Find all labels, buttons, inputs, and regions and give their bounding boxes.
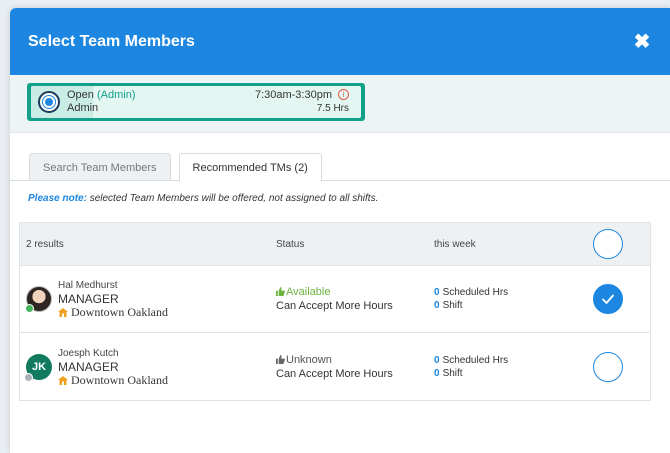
member-name: Joesph Kutch xyxy=(58,347,119,359)
availability-status: Available xyxy=(286,286,331,298)
shift-time: 7:30am-3:30pm xyxy=(254,89,332,101)
member-name: Hal Medhurst xyxy=(58,280,118,291)
team-members-table: 2 results Status this week Hal Medhurst … xyxy=(19,222,651,401)
status-subtext: Can Accept More Hours xyxy=(276,367,393,380)
offer-note: Please note: selected Team Members will … xyxy=(10,193,670,204)
week-cell: 0 Scheduled Hrs 0 Shift xyxy=(434,286,508,312)
member-location: Downtown Oakland xyxy=(71,305,168,319)
note-prefix: Please note: xyxy=(28,193,87,204)
scheduled-hours-value: 0 xyxy=(434,287,440,298)
availability-status: Unknown xyxy=(286,353,332,366)
home-icon xyxy=(58,375,68,385)
week-cell: 0 Scheduled Hrs 0 Shift xyxy=(434,354,508,380)
select-member-checkbox[interactable] xyxy=(593,351,623,382)
avatar: JK xyxy=(24,353,52,382)
member-cell: Hal Medhurst MANAGER Downtown Oakland xyxy=(25,280,168,318)
results-count-header: 2 results xyxy=(26,238,64,250)
avatar xyxy=(25,286,52,313)
shift-count-value: 0 xyxy=(434,367,440,379)
table-row: JK Joesph Kutch MANAGER Downtown Oakland… xyxy=(20,333,650,400)
scheduled-hours-label: Scheduled Hrs xyxy=(442,354,509,366)
shift-status: Open xyxy=(67,89,94,101)
select-member-checkbox[interactable] xyxy=(593,284,623,314)
shift-details: Open (Admin) Admin xyxy=(67,89,136,115)
select-all-checkbox[interactable] xyxy=(593,229,623,259)
tab-bar: Search Team Members Recommended TMs (2) xyxy=(10,133,670,182)
shift-card[interactable]: Open (Admin) Admin 7:30am-3:30pm i 7.5 Hr… xyxy=(27,83,365,121)
shift-strip: Open (Admin) Admin 7:30am-3:30pm i 7.5 Hr… xyxy=(10,75,670,133)
status-column-header: Status xyxy=(276,238,305,250)
status-subtext: Can Accept More Hours xyxy=(276,300,393,312)
table-header: 2 results Status this week xyxy=(20,223,650,266)
member-cell: JK Joesph Kutch MANAGER Downtown Oakland xyxy=(24,348,168,386)
info-icon[interactable]: i xyxy=(338,89,349,100)
shift-count-value: 0 xyxy=(434,300,440,311)
tab-search-team-members[interactable]: Search Team Members xyxy=(29,153,171,181)
member-role: MANAGER xyxy=(58,292,119,306)
thumbs-up-icon xyxy=(276,354,285,364)
presence-indicator xyxy=(24,372,33,382)
member-info: Joesph Kutch MANAGER Downtown Oakland xyxy=(58,348,168,386)
status-cell: Available Can Accept More Hours xyxy=(276,285,393,313)
shift-role-tag: (Admin) xyxy=(96,89,136,101)
scheduled-hours-label: Scheduled Hrs xyxy=(442,287,509,298)
shift-hours: 7.5 Hrs xyxy=(316,103,349,114)
member-info: Hal Medhurst MANAGER Downtown Oakland xyxy=(58,280,168,318)
table-row: Hal Medhurst MANAGER Downtown Oakland Av… xyxy=(20,266,650,333)
week-column-header: this week xyxy=(434,238,476,250)
status-cell: Unknown Can Accept More Hours xyxy=(276,353,393,381)
presence-indicator xyxy=(25,304,34,313)
shift-card-body: Open (Admin) Admin 7:30am-3:30pm i 7.5 Hr… xyxy=(31,86,361,118)
member-role: MANAGER xyxy=(58,359,119,374)
note-text: selected Team Members will be offered, n… xyxy=(86,193,379,204)
close-icon[interactable]: ✖ xyxy=(632,29,652,54)
clock-icon xyxy=(38,91,60,113)
scheduled-hours-value: 0 xyxy=(434,354,440,366)
home-icon xyxy=(58,308,68,317)
check-icon xyxy=(602,294,614,304)
member-location: Downtown Oakland xyxy=(71,372,168,387)
thumbs-up-icon xyxy=(276,287,285,296)
modal-header: Select Team Members ✖ xyxy=(10,8,670,75)
shift-role: Admin xyxy=(67,102,99,114)
modal-title: Select Team Members xyxy=(28,32,195,50)
shift-count-label: Shift xyxy=(442,300,463,311)
tab-recommended-tms[interactable]: Recommended TMs (2) xyxy=(178,153,322,182)
shift-time-block: 7:30am-3:30pm i 7.5 Hrs xyxy=(255,89,349,115)
shift-count-label: Shift xyxy=(442,367,463,379)
avatar-initials: JK xyxy=(31,360,47,373)
